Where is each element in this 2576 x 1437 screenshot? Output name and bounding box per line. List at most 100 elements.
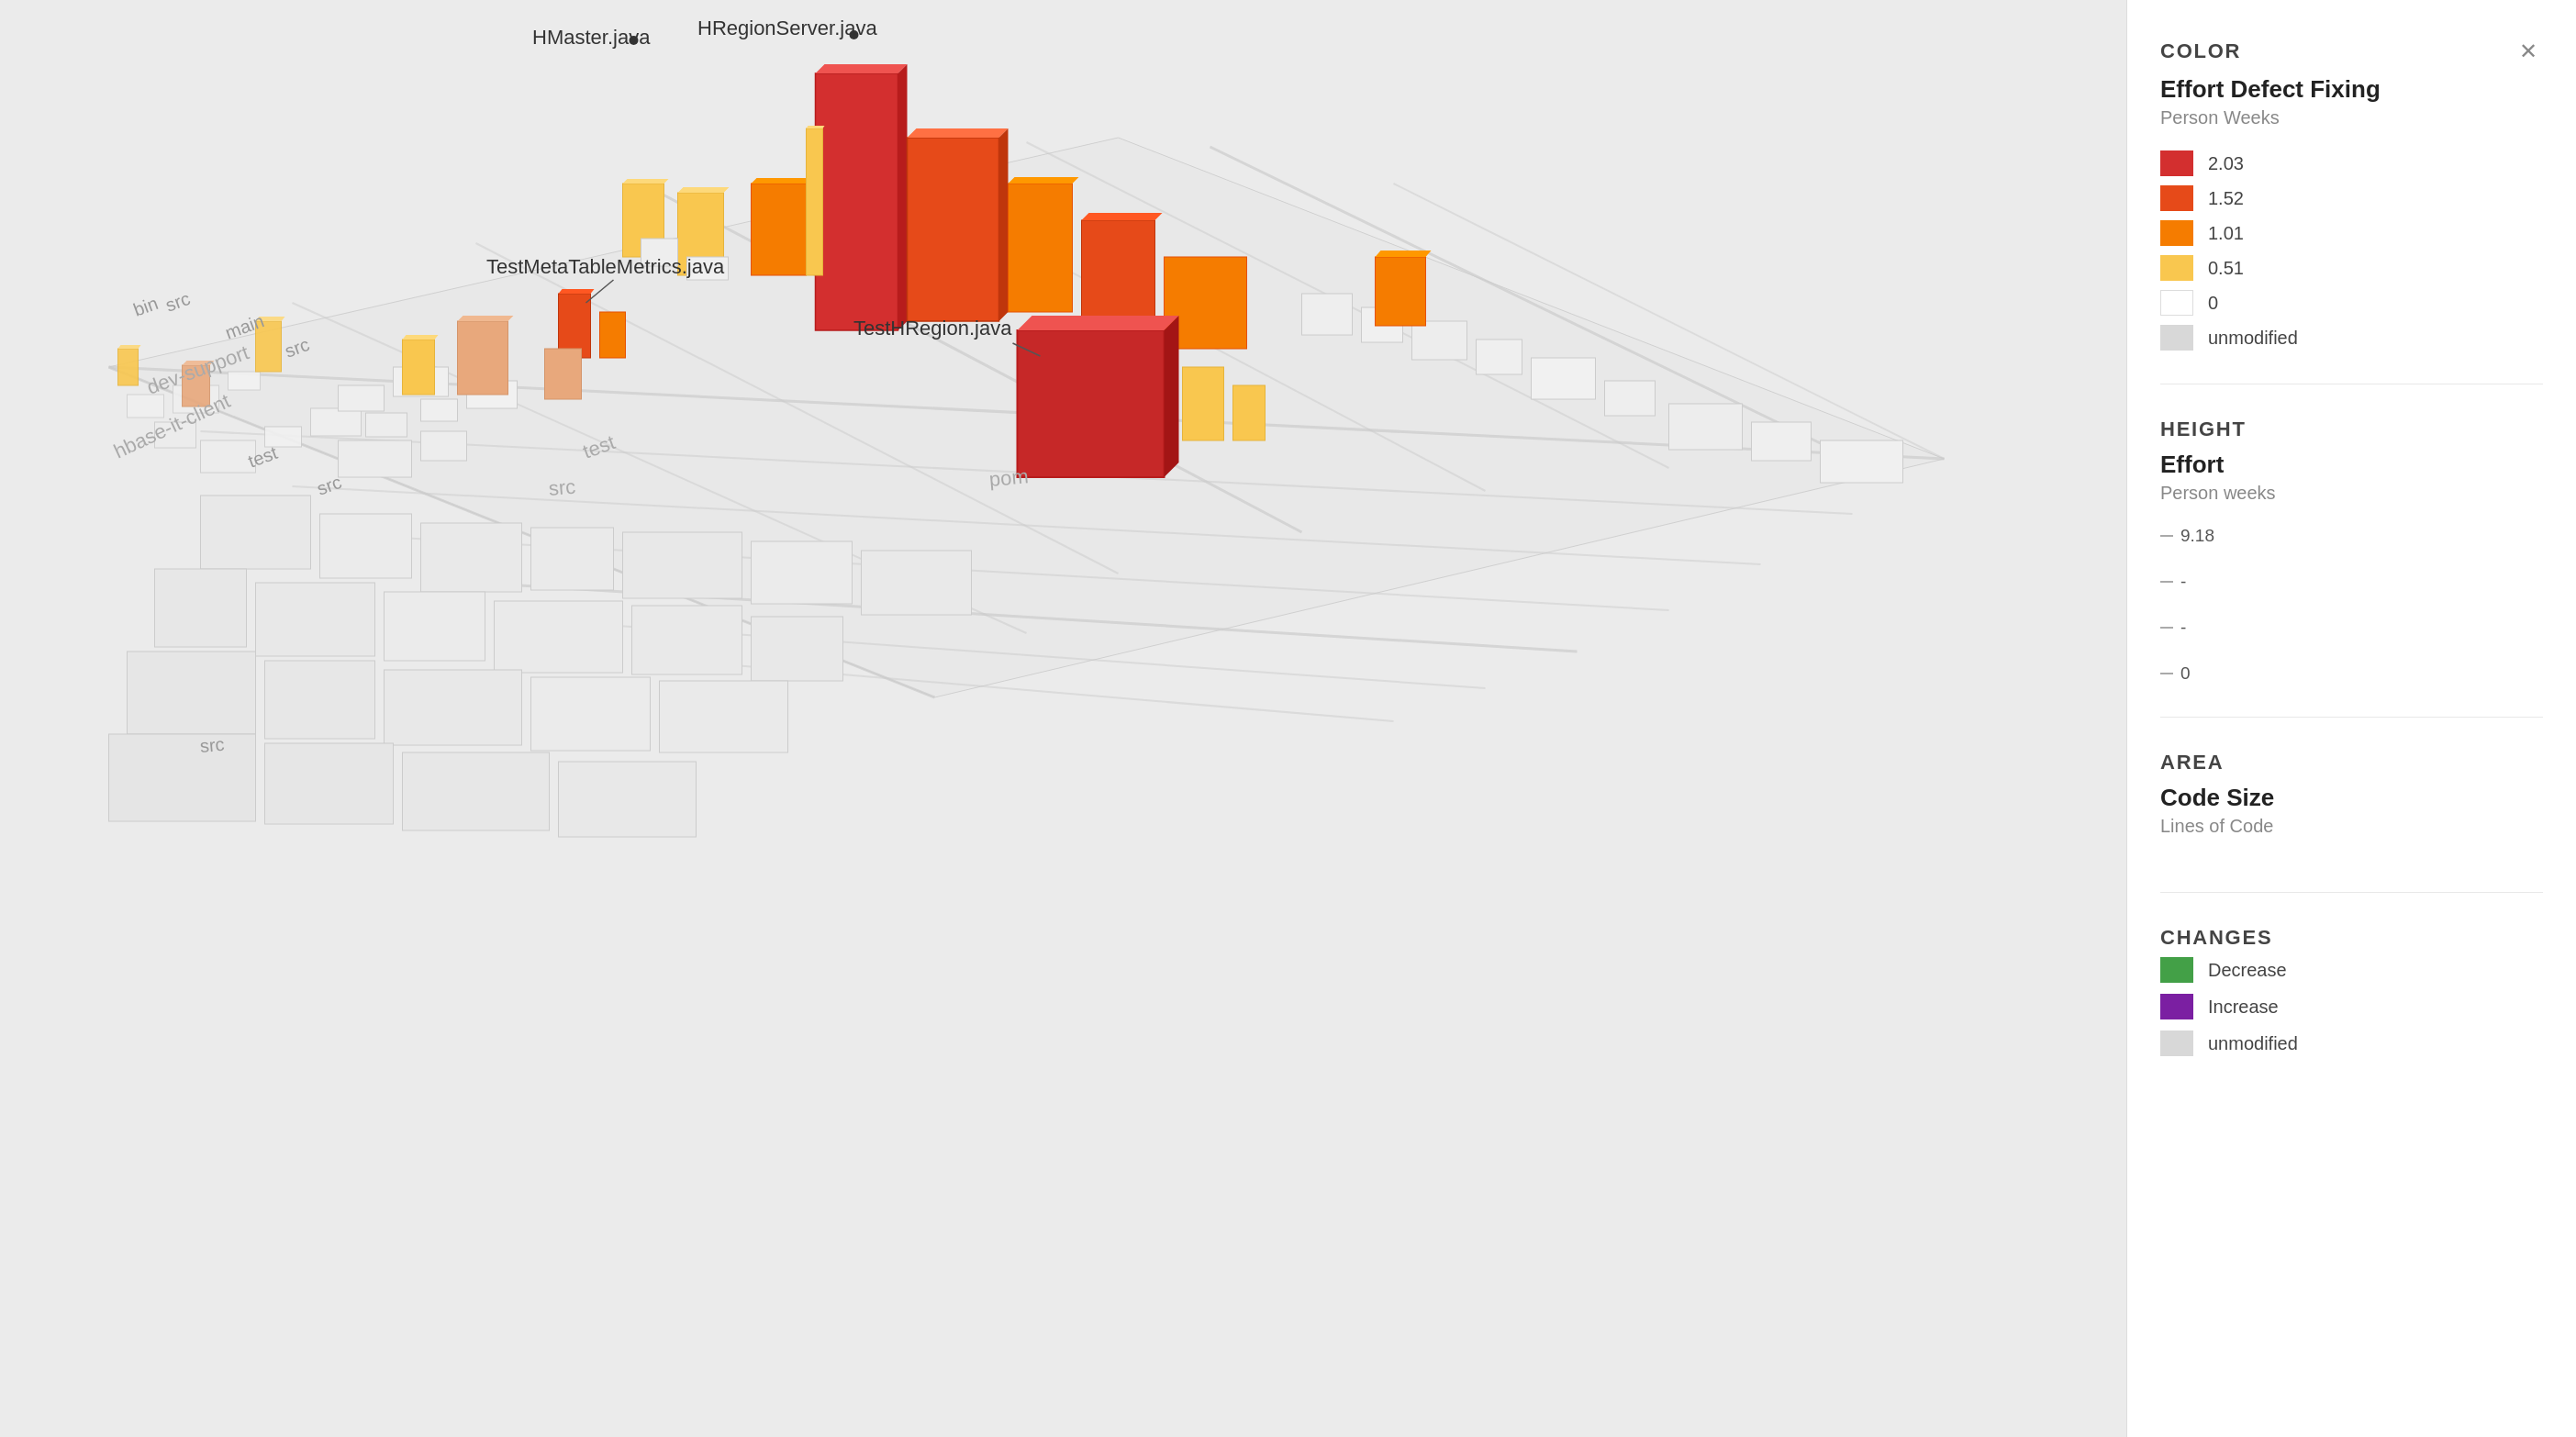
changes-section: CHANGES Decrease Increase unmodified bbox=[2160, 926, 2543, 1089]
height-metric-subtitle: Person weeks bbox=[2160, 483, 2543, 504]
svg-marker-47 bbox=[816, 64, 908, 73]
svg-point-117 bbox=[850, 30, 859, 39]
svg-rect-18 bbox=[229, 372, 261, 390]
svg-text:src: src bbox=[162, 288, 193, 316]
changes-swatch-decrease bbox=[2160, 957, 2193, 983]
legend-value-0: 0 bbox=[2208, 293, 2218, 314]
color-section: COLOR ✕ Effort Defect Fixing Person Week… bbox=[2160, 37, 2543, 384]
legend-swatch-203 bbox=[2160, 150, 2193, 176]
changes-item-increase: Increase bbox=[2160, 994, 2543, 1019]
height-section-title: HEIGHT bbox=[2160, 418, 2543, 441]
svg-point-116 bbox=[630, 36, 639, 45]
svg-marker-37 bbox=[403, 335, 439, 340]
svg-rect-95 bbox=[128, 652, 256, 734]
color-metric-subtitle: Person Weeks bbox=[2160, 107, 2543, 128]
svg-marker-63 bbox=[559, 289, 595, 294]
svg-rect-57 bbox=[1009, 184, 1073, 312]
svg-rect-38 bbox=[458, 321, 508, 395]
area-section-title: AREA bbox=[2160, 751, 2543, 774]
area-section: AREA Code Size Lines of Code bbox=[2160, 751, 2543, 893]
svg-rect-79 bbox=[1821, 440, 1903, 483]
svg-rect-71 bbox=[1302, 294, 1353, 335]
svg-marker-68 bbox=[1165, 316, 1179, 477]
svg-rect-85 bbox=[531, 528, 614, 590]
svg-rect-100 bbox=[109, 734, 256, 821]
legend-item-unmodified: unmodified bbox=[2160, 325, 2543, 351]
height-metric-title: Effort bbox=[2160, 451, 2543, 479]
svg-rect-93 bbox=[632, 606, 742, 674]
svg-marker-58 bbox=[1009, 177, 1079, 184]
svg-marker-53 bbox=[752, 178, 812, 184]
height-scale-0: 0 bbox=[2180, 663, 2191, 684]
area-metric-title: Code Size bbox=[2160, 784, 2543, 812]
svg-rect-96 bbox=[265, 661, 375, 739]
legend-swatch-unmodified bbox=[2160, 325, 2193, 351]
color-section-title: COLOR bbox=[2160, 39, 2241, 63]
svg-marker-60 bbox=[1082, 213, 1163, 220]
legend-value-152: 1.52 bbox=[2208, 188, 2244, 209]
svg-rect-103 bbox=[559, 762, 697, 837]
svg-rect-70 bbox=[1233, 385, 1266, 440]
svg-rect-59 bbox=[1082, 220, 1155, 330]
legend-item-203: 2.03 bbox=[2160, 150, 2543, 176]
svg-rect-86 bbox=[623, 532, 742, 598]
legend-item-0: 0 bbox=[2160, 290, 2543, 316]
svg-marker-48 bbox=[898, 64, 908, 330]
svg-rect-31 bbox=[366, 413, 407, 437]
city-map[interactable]: bin src main src dev-support hbase-it-cl… bbox=[0, 0, 2126, 1437]
svg-text:bin: bin bbox=[130, 293, 161, 320]
svg-rect-55 bbox=[807, 128, 823, 275]
legend-panel: COLOR ✕ Effort Defect Fixing Person Week… bbox=[2126, 0, 2576, 1437]
svg-rect-45 bbox=[687, 257, 729, 280]
legend-item-051: 0.51 bbox=[2160, 255, 2543, 281]
svg-rect-102 bbox=[403, 752, 550, 830]
changes-label-increase: Increase bbox=[2208, 997, 2279, 1018]
svg-rect-98 bbox=[531, 677, 651, 751]
area-metric-subtitle: Lines of Code bbox=[2160, 816, 2543, 837]
svg-marker-81 bbox=[1376, 251, 1432, 257]
svg-rect-69 bbox=[1183, 367, 1224, 440]
svg-rect-77 bbox=[1669, 404, 1743, 450]
changes-label-unmodified: unmodified bbox=[2208, 1033, 2298, 1054]
svg-marker-28 bbox=[118, 345, 141, 349]
legend-item-101: 1.01 bbox=[2160, 220, 2543, 246]
svg-rect-64 bbox=[600, 312, 626, 358]
changes-item-unmodified: unmodified bbox=[2160, 1030, 2543, 1056]
svg-rect-32 bbox=[421, 399, 458, 421]
svg-rect-101 bbox=[265, 743, 394, 824]
height-section: HEIGHT Effort Person weeks 9.18 - - bbox=[2160, 418, 2543, 718]
legend-swatch-051 bbox=[2160, 255, 2193, 281]
svg-marker-51 bbox=[999, 128, 1009, 321]
svg-rect-66 bbox=[1018, 330, 1165, 477]
changes-label-decrease: Decrease bbox=[2208, 960, 2287, 981]
color-legend: 2.03 1.52 1.01 0.51 0 bbox=[2160, 150, 2543, 351]
svg-rect-92 bbox=[495, 601, 623, 673]
svg-text:src: src bbox=[199, 734, 225, 756]
changes-item-decrease: Decrease bbox=[2160, 957, 2543, 983]
height-scale-dash2: - bbox=[2180, 618, 2186, 638]
legend-swatch-101 bbox=[2160, 220, 2193, 246]
svg-rect-89 bbox=[155, 569, 247, 647]
svg-rect-74 bbox=[1477, 340, 1522, 374]
svg-text:src: src bbox=[548, 475, 576, 500]
color-metric-title: Effort Defect Fixing bbox=[2160, 75, 2543, 104]
close-button[interactable]: ✕ bbox=[2514, 37, 2543, 66]
svg-rect-35 bbox=[421, 431, 467, 461]
svg-text:pom: pom bbox=[988, 464, 1030, 491]
svg-rect-82 bbox=[201, 496, 311, 569]
svg-rect-87 bbox=[752, 541, 853, 604]
changes-swatch-increase bbox=[2160, 994, 2193, 1019]
svg-rect-76 bbox=[1605, 381, 1656, 416]
svg-rect-90 bbox=[256, 583, 375, 656]
svg-rect-97 bbox=[385, 670, 522, 745]
height-scale-918: 9.18 bbox=[2180, 526, 2214, 546]
svg-marker-39 bbox=[458, 316, 514, 321]
svg-rect-75 bbox=[1532, 358, 1596, 399]
svg-rect-44 bbox=[641, 239, 678, 266]
svg-rect-36 bbox=[403, 340, 435, 395]
changes-swatch-unmodified bbox=[2160, 1030, 2193, 1056]
svg-rect-73 bbox=[1412, 321, 1467, 360]
svg-rect-65 bbox=[545, 349, 582, 399]
svg-rect-52 bbox=[752, 184, 807, 275]
svg-rect-49 bbox=[908, 138, 999, 321]
